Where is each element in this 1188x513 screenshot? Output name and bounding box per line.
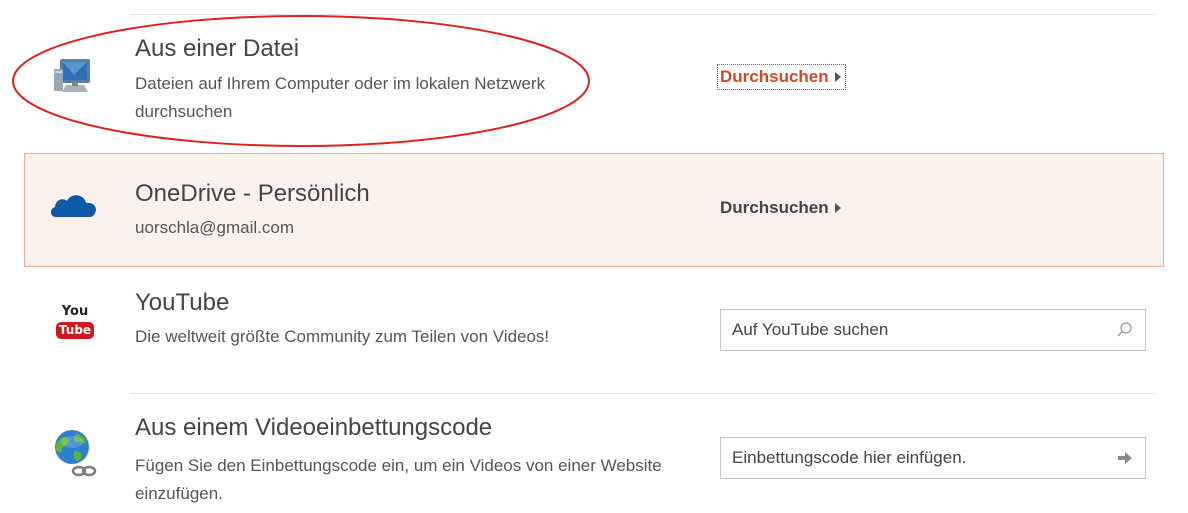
browse-label: Durchsuchen — [720, 67, 829, 86]
computer-monitor-icon — [50, 55, 98, 97]
browse-button-file[interactable]: Durchsuchen — [717, 64, 846, 90]
source-description: Dateien auf Ihrem Computer oder im lokal… — [135, 74, 546, 121]
source-description: Die weltweit größte Community zum Teilen… — [135, 327, 550, 346]
top-divider — [130, 14, 1155, 15]
source-title: YouTube — [135, 289, 230, 316]
arrow-right-icon[interactable] — [1105, 438, 1145, 478]
globe-link-icon — [48, 425, 100, 481]
row-divider — [130, 393, 1155, 394]
source-title: Aus einer Datei — [135, 35, 300, 62]
account-email: uorschla@gmail.com — [135, 218, 294, 237]
embed-code-input[interactable] — [721, 437, 1105, 479]
youtube-logo-icon: You Tube — [53, 305, 97, 349]
youtube-search-input[interactable] — [721, 309, 1105, 351]
chevron-right-icon — [834, 203, 841, 213]
browse-button-onedrive[interactable]: Durchsuchen — [720, 198, 841, 218]
embed-code-field[interactable] — [720, 437, 1146, 479]
search-icon[interactable] — [1105, 310, 1145, 350]
onedrive-cloud-icon — [48, 190, 100, 220]
youtube-search-field[interactable] — [720, 309, 1146, 351]
source-title: Aus einem Videoeinbettungscode — [135, 414, 493, 441]
selected-row-highlight — [24, 153, 1164, 267]
source-description: Fügen Sie den Einbettungscode ein, um ei… — [135, 456, 662, 503]
source-title: OneDrive - Persönlich — [135, 180, 370, 207]
chevron-right-icon — [834, 72, 841, 82]
browse-label: Durchsuchen — [720, 198, 829, 217]
